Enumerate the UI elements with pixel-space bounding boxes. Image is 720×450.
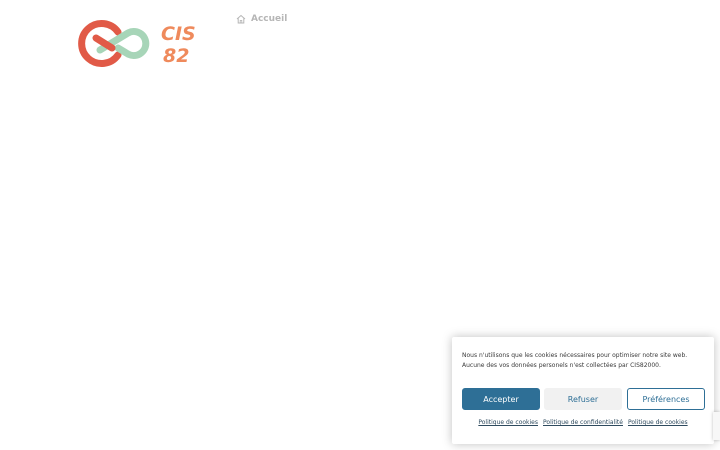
breadcrumb-home-label[interactable]: Accueil bbox=[251, 14, 287, 24]
refuse-cookies-button[interactable]: Refuser bbox=[544, 388, 622, 410]
logo-text-line2: 82 bbox=[163, 45, 189, 67]
recaptcha-badge[interactable] bbox=[713, 412, 720, 440]
cookie-policy-links: Politique de cookies Politique de confid… bbox=[452, 419, 714, 426]
accept-cookies-button[interactable]: Accepter bbox=[462, 388, 540, 410]
cookie-policy-link-2[interactable]: Politique de cookies bbox=[628, 419, 688, 426]
cookie-consent-banner: Nous n'utilisons que les cookies nécessa… bbox=[452, 337, 714, 444]
cookie-policy-link[interactable]: Politique de cookies bbox=[478, 419, 538, 426]
logo-text-line1: CIS bbox=[161, 23, 196, 45]
preferences-button[interactable]: Préférences bbox=[627, 388, 705, 410]
site-logo[interactable]: CIS 82 bbox=[78, 18, 213, 68]
page: CIS 82 Accueil Nous n'utilisons que les … bbox=[0, 0, 720, 450]
breadcrumb[interactable]: Accueil bbox=[236, 14, 287, 24]
privacy-policy-link[interactable]: Politique de confidentialité bbox=[543, 419, 623, 426]
cookie-message: Nous n'utilisons que les cookies nécessa… bbox=[462, 352, 688, 369]
home-icon bbox=[236, 14, 246, 24]
cis82-logo-icon: CIS 82 bbox=[78, 20, 196, 67]
